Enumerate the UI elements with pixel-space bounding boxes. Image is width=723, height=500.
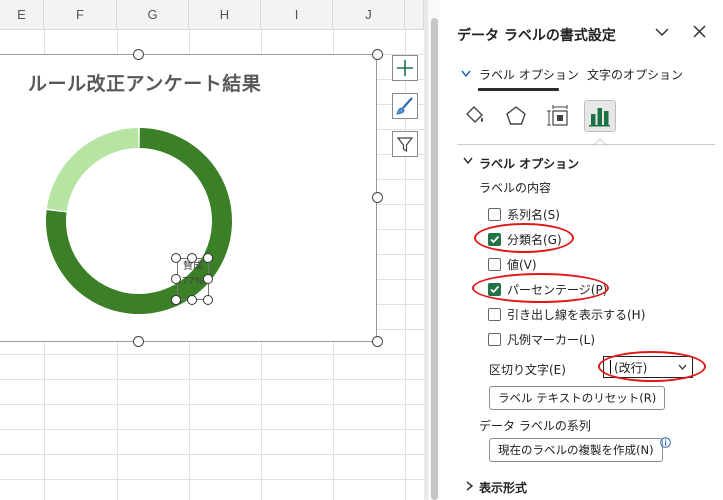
resize-handle-bottom[interactable]: [133, 336, 144, 347]
tab-text-options[interactable]: 文字のオプション: [587, 66, 683, 83]
checkbox[interactable]: [488, 207, 501, 221]
grid-line: [0, 404, 424, 405]
label-handle[interactable]: [203, 253, 213, 263]
column-header-j[interactable]: J: [333, 0, 405, 30]
column-header-g[interactable]: G: [117, 0, 189, 30]
size-properties-icon: [547, 105, 568, 126]
chevron-down-icon[interactable]: [655, 27, 669, 37]
plus-icon: [397, 60, 413, 76]
separator-label: 区切り文字(E): [489, 363, 566, 377]
scrollbar-thumb[interactable]: [431, 18, 438, 500]
effects-tab[interactable]: [500, 100, 532, 132]
chevron-right-icon[interactable]: [466, 481, 473, 491]
funnel-icon: [396, 137, 414, 153]
highlight-ellipse: [472, 273, 609, 303]
grid-line: [0, 379, 424, 380]
label-series-header: データ ラベルの系列: [479, 419, 591, 433]
highlight-ellipse: [474, 223, 574, 253]
donut-slice-2[interactable]: [46, 128, 139, 212]
checkbox[interactable]: [488, 307, 501, 321]
chart-styles-button[interactable]: [392, 93, 418, 119]
grid-line: [0, 454, 424, 455]
label-handle[interactable]: [171, 295, 181, 305]
column-header-h[interactable]: H: [189, 0, 261, 30]
tab-active-indicator: [478, 88, 559, 91]
checkbox[interactable]: [488, 257, 501, 271]
grid-line: [0, 354, 424, 355]
column-header-i[interactable]: I: [261, 0, 333, 30]
close-icon[interactable]: [693, 25, 706, 38]
chart-filters-button[interactable]: [392, 131, 418, 157]
paintbrush-icon: [396, 97, 413, 115]
resize-handle-top[interactable]: [133, 49, 144, 60]
column-header-partial: [405, 0, 424, 30]
chevron-down-icon[interactable]: [463, 157, 473, 165]
column-header-e[interactable]: E: [0, 0, 44, 30]
label-options-tab[interactable]: [584, 100, 616, 132]
label-handle[interactable]: [203, 274, 213, 284]
label-handle[interactable]: [187, 253, 197, 263]
pane-title: データ ラベルの書式設定: [457, 28, 616, 44]
resize-handle-right[interactable]: [372, 192, 383, 203]
checkbox-legend-key[interactable]: 凡例マーカー(L): [488, 330, 595, 348]
label-handle[interactable]: [203, 295, 213, 305]
checkbox-leader-lines[interactable]: 引き出し線を表示する(H): [488, 305, 645, 323]
size-properties-tab[interactable]: [542, 100, 574, 132]
info-icon[interactable]: [660, 437, 671, 448]
label-handle[interactable]: [171, 274, 181, 284]
chevron-down-icon: [461, 70, 471, 78]
label-handle[interactable]: [187, 295, 197, 305]
pentagon-icon: [506, 106, 526, 125]
fill-line-tab[interactable]: [458, 100, 490, 132]
bar-chart-icon: [589, 108, 610, 127]
column-header-f[interactable]: F: [44, 0, 117, 30]
clone-label-button[interactable]: 現在のラベルの複製を作成(N): [489, 438, 663, 462]
grid-line: [0, 429, 424, 430]
grid-line: [0, 479, 424, 480]
label-handle[interactable]: [171, 253, 181, 263]
worksheet[interactable]: E F G H I J ルール改正アンケート結果 賛成 77%: [0, 0, 424, 500]
reset-label-text-button[interactable]: ラベル テキストのリセット(R): [489, 386, 666, 410]
highlight-ellipse: [598, 351, 706, 382]
section-number-format[interactable]: 表示形式: [479, 479, 527, 496]
checkbox[interactable]: [488, 332, 501, 346]
tab-label-options[interactable]: ラベル オプション: [479, 66, 579, 83]
pane-separator: [457, 144, 715, 145]
section-label-options[interactable]: ラベル オプション: [479, 155, 579, 172]
resize-handle-bottom-right[interactable]: [372, 336, 383, 347]
checkbox-series-name[interactable]: 系列名(S): [488, 205, 560, 223]
checkbox-value[interactable]: 値(V): [488, 255, 537, 273]
paint-bucket-icon: [466, 106, 484, 123]
label-contains-header: ラベルの内容: [479, 181, 552, 195]
chart-elements-button[interactable]: [392, 55, 418, 81]
format-data-labels-pane: データ ラベルの書式設定 ラベル オプション 文字のオプション ラベル オプショ…: [441, 0, 723, 500]
resize-handle-top-right[interactable]: [372, 49, 383, 60]
